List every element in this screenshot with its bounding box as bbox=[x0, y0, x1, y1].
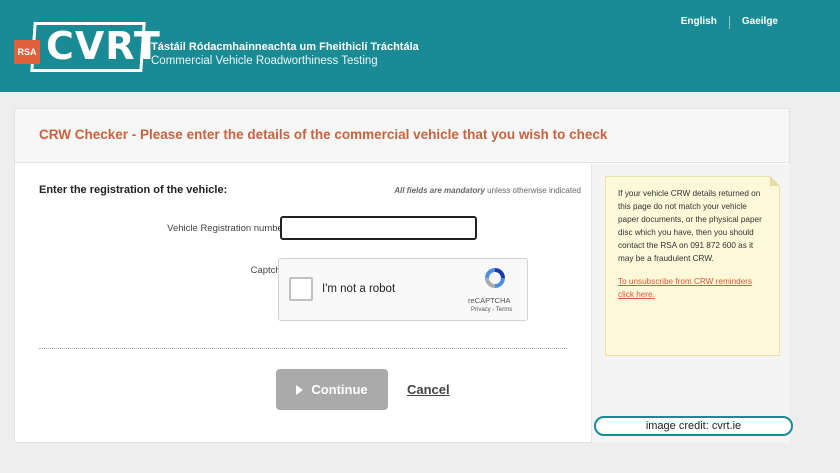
continue-button[interactable]: Continue bbox=[276, 369, 388, 410]
play-icon bbox=[296, 384, 304, 395]
recaptcha-checkbox[interactable] bbox=[289, 277, 313, 301]
section-label: Enter the registration of the vehicle: bbox=[39, 184, 228, 196]
tagline: Tástáil Ródacmhainneachta um Fheithiclí … bbox=[151, 40, 419, 68]
lang-irish-link[interactable]: Gaeilge bbox=[730, 16, 790, 29]
recaptcha-links[interactable]: Privacy - Terms bbox=[471, 307, 512, 313]
page-title: CRW Checker - Please enter the details o… bbox=[39, 127, 608, 142]
info-sidebar: If your vehicle CRW details returned on … bbox=[591, 164, 790, 443]
note-fold bbox=[770, 176, 780, 186]
note-text: If your vehicle CRW details returned on … bbox=[618, 189, 762, 263]
tagline-irish: Tástáil Ródacmhainneachta um Fheithiclí … bbox=[151, 41, 419, 53]
cvrt-logo[interactable]: CVRT RSA bbox=[14, 18, 160, 76]
lang-english-link[interactable]: English bbox=[669, 16, 729, 29]
reg-number-input[interactable] bbox=[280, 216, 477, 240]
site-header: CVRT RSA Tástáil Ródacmhainneachta um Fh… bbox=[0, 0, 840, 92]
form-divider bbox=[39, 348, 567, 349]
mandatory-note: All fields are mandatory unless otherwis… bbox=[394, 186, 581, 195]
recaptcha-widget: I'm not a robot reCAPTCHA Privacy - Term… bbox=[278, 258, 528, 321]
form-area: Enter the registration of the vehicle: A… bbox=[15, 164, 591, 443]
recaptcha-icon bbox=[485, 268, 505, 288]
mandatory-bold: All fields are mandatory bbox=[394, 186, 485, 195]
tagline-english: Commercial Vehicle Roadworthiness Testin… bbox=[151, 55, 378, 67]
logo-text: CVRT bbox=[46, 24, 161, 68]
unsubscribe-link-period: . bbox=[652, 290, 655, 299]
cancel-link[interactable]: Cancel bbox=[407, 382, 450, 397]
continue-label: Continue bbox=[311, 382, 368, 397]
recaptcha-brand: reCAPTCHA bbox=[468, 296, 511, 305]
unsubscribe-link[interactable]: To unsubscribe from CRW reminders click … bbox=[618, 275, 769, 301]
language-switcher: English Gaeilge bbox=[669, 16, 790, 29]
reg-number-label: Vehicle Registration number bbox=[167, 223, 286, 234]
crw-checker-panel: CRW Checker - Please enter the details o… bbox=[14, 108, 790, 443]
mandatory-rest: unless otherwise indicated bbox=[484, 186, 581, 195]
image-credit: image credit: cvrt.ie bbox=[594, 416, 793, 436]
panel-header: CRW Checker - Please enter the details o… bbox=[15, 109, 789, 163]
unsubscribe-link-text: To unsubscribe from CRW reminders click … bbox=[618, 277, 753, 299]
info-note: If your vehicle CRW details returned on … bbox=[605, 176, 780, 356]
rsa-logo: RSA bbox=[14, 40, 40, 64]
recaptcha-label: I'm not a robot bbox=[322, 283, 396, 295]
